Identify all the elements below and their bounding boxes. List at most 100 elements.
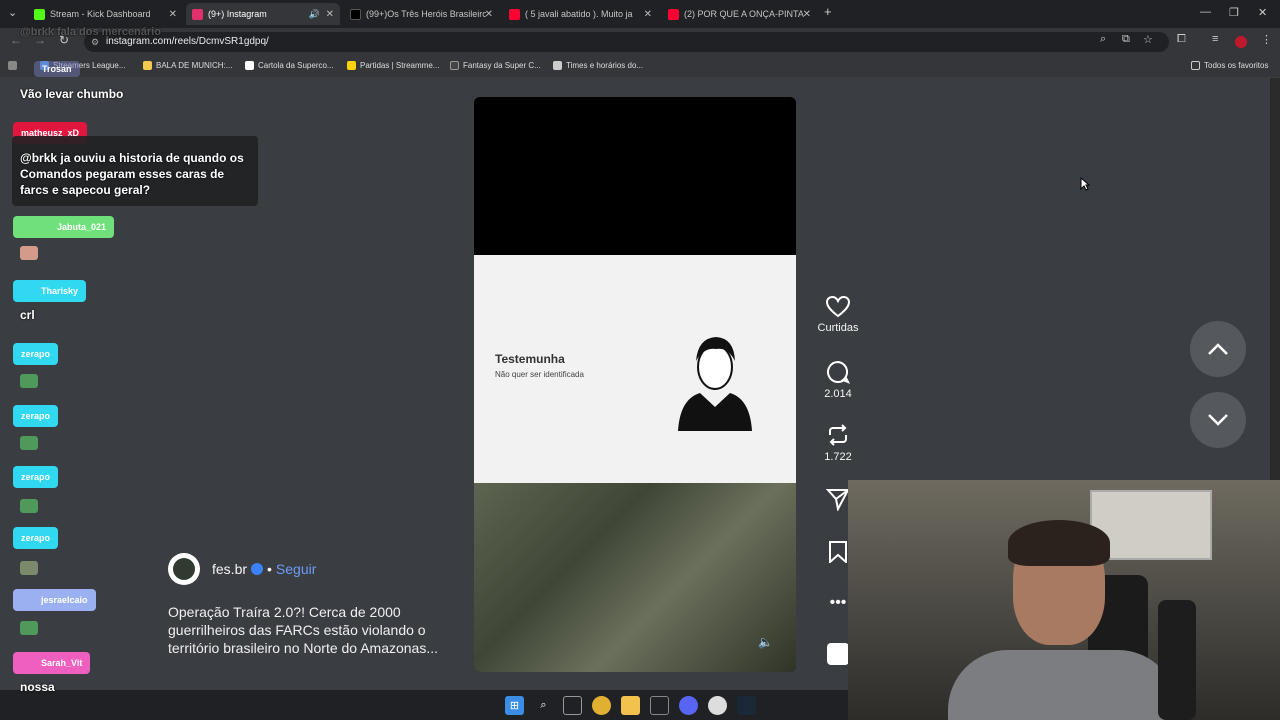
kick-icon (34, 8, 45, 20)
repost-icon (829, 424, 847, 446)
chevron-down-icon (1208, 414, 1228, 426)
comment-icon (827, 360, 850, 384)
heart-icon (826, 296, 850, 318)
bookmark-favicon (450, 61, 459, 70)
bookmark-label: Fantasy da Super C... (463, 61, 541, 70)
tab-title: Stream - Kick Dashboard (50, 9, 151, 19)
windows-taskbar: ⊞ ⌕ (505, 690, 775, 720)
chat-user-zerapo: zerapo (13, 343, 59, 365)
bookmark-star-icon[interactable]: ☆ (1143, 33, 1153, 46)
tab-youtube-onca[interactable]: (2) POR QUE A ONÇA-PINTADA ✕ (662, 3, 817, 25)
discord-icon[interactable] (679, 695, 698, 715)
chat-user-jabuta: Jabuta_021 (13, 216, 115, 238)
search-icon[interactable]: ⌕ (534, 696, 553, 715)
media-control-icon[interactable]: ≡ (1212, 33, 1218, 45)
tab-title: (99+)Os Três Heróis Brasileiros (366, 9, 486, 19)
close-tab-icon[interactable]: ✕ (803, 9, 811, 20)
comment-button[interactable]: 2.014 (808, 360, 868, 400)
send-icon (826, 489, 850, 511)
witness-subtitle: Não quer ser identificada (495, 370, 584, 379)
chat-user-zerapo: zerapo (13, 405, 59, 427)
new-tab-button[interactable]: + (824, 4, 832, 19)
microphone (1158, 600, 1196, 720)
windows-start-icon[interactable]: ⊞ (505, 695, 524, 715)
chat-user-trosan: Trosan (34, 61, 80, 77)
tab-youtube-javali[interactable]: ( 5 javali abatido ). Muito ja ✕ (503, 3, 658, 25)
bookmark-times-horarios[interactable]: Times e horários do... (553, 61, 643, 70)
address-bar[interactable]: ⚙ instagram.com/reels/DcmvSR1gdpq/ (84, 32, 1169, 52)
chat-emote (20, 246, 38, 260)
chevron-up-icon (1208, 343, 1228, 355)
install-app-icon[interactable]: ⧉ (1122, 33, 1130, 46)
chat-emote (20, 499, 38, 513)
tab-kick-dashboard[interactable]: Stream - Kick Dashboard ✕ (28, 3, 183, 25)
chat-emote (20, 621, 38, 635)
bookmark-icon (829, 541, 847, 563)
folder-icon (1191, 61, 1200, 70)
close-tab-icon[interactable]: ✕ (485, 9, 493, 20)
bookmark-favicon (553, 61, 562, 70)
instagram-icon (192, 8, 203, 20)
close-window-button[interactable]: ✕ (1258, 6, 1267, 19)
xbox-icon[interactable] (650, 695, 669, 715)
chat-user-tharisky: Tharisky (13, 280, 87, 302)
profile-avatar[interactable] (1235, 36, 1247, 48)
extensions-icon[interactable]: ⧠ (1177, 33, 1186, 46)
speaker-icon[interactable]: 🔊 (309, 9, 320, 20)
bookmark-label: Partidas | Streamme... (360, 61, 440, 70)
tab-instagram[interactable]: (9+) Instagram 🔊 ✕ (186, 3, 340, 25)
zoom-icon[interactable]: ⌕ (1100, 33, 1106, 46)
close-tab-icon[interactable]: ✕ (644, 9, 652, 20)
youtube-icon (668, 8, 679, 20)
menu-icon[interactable]: ⋮ (1261, 33, 1272, 46)
steam-icon[interactable] (737, 695, 756, 715)
likes-label: Curtidas (817, 322, 859, 334)
chat-message: nossa (20, 680, 55, 694)
follow-button[interactable]: Seguir (276, 561, 316, 577)
minimize-button[interactable]: — (1200, 6, 1211, 18)
tab-title: (9+) Instagram (208, 9, 267, 19)
speaker-icon[interactable]: 🔈 (758, 635, 773, 649)
reel-video[interactable]: Testemunha Não quer ser identificada 🔈 (474, 97, 796, 672)
chrome-icon[interactable] (592, 695, 611, 715)
chat-message: crl (20, 308, 35, 322)
tab-search-icon[interactable]: ⌄ (8, 6, 17, 19)
browser-tab-bar: ⌄ Stream - Kick Dashboard ✕ (9+) Instagr… (0, 0, 1280, 28)
close-tab-icon[interactable]: ✕ (169, 9, 177, 20)
chat-user-zerapo: zerapo (13, 527, 59, 549)
streamer-webcam (848, 480, 1280, 720)
bookmark-fantasy[interactable]: Fantasy da Super C... (450, 61, 541, 70)
next-reel-button[interactable] (1190, 392, 1246, 448)
task-view-icon[interactable] (563, 695, 582, 715)
tab-tiktok[interactable]: (99+)Os Três Heróis Brasileiros ✕ (344, 3, 499, 25)
chat-ghost-message: @brkk fala dos mercenário (20, 26, 161, 38)
reposts-count: 1.722 (824, 451, 852, 463)
chat-user-sarah: Sarah_Vit (13, 652, 91, 674)
close-tab-icon[interactable]: ✕ (326, 9, 334, 20)
repost-button[interactable]: 1.722 (808, 423, 868, 463)
maximize-button[interactable]: ❐ (1229, 6, 1239, 19)
chat-message: @brkk ja ouviu a historia de quando os C… (20, 151, 244, 197)
all-bookmarks-folder[interactable]: Todos os favoritos (1191, 61, 1268, 70)
streamer-hair (1008, 520, 1110, 566)
chat-emote (20, 561, 38, 575)
chat-message: Vão levar chumbo (20, 87, 124, 101)
streamer-shirt (948, 650, 1178, 720)
tab-title: ( 5 javali abatido ). Muito ja (525, 9, 633, 19)
bookmark-label: Todos os favoritos (1204, 61, 1269, 70)
reel-soldiers-image (474, 483, 796, 672)
mouse-cursor-icon (1080, 177, 1090, 191)
bookmark-label: Times e horários do... (566, 61, 644, 70)
previous-reel-button[interactable] (1190, 321, 1246, 377)
like-button[interactable]: Curtidas (808, 296, 868, 334)
tab-title: (2) POR QUE A ONÇA-PINTADA (684, 9, 804, 19)
chat-user-zerapo: zerapo (13, 466, 59, 488)
file-explorer-icon[interactable] (621, 695, 640, 715)
chat-emote (20, 436, 38, 450)
chat-emote (20, 374, 38, 388)
youtube-icon (509, 8, 520, 20)
bookmark-favicon (347, 61, 356, 70)
obs-icon[interactable] (708, 695, 727, 715)
bookmark-partidas[interactable]: Partidas | Streamme... (347, 61, 439, 70)
comments-count: 2.014 (824, 388, 852, 400)
